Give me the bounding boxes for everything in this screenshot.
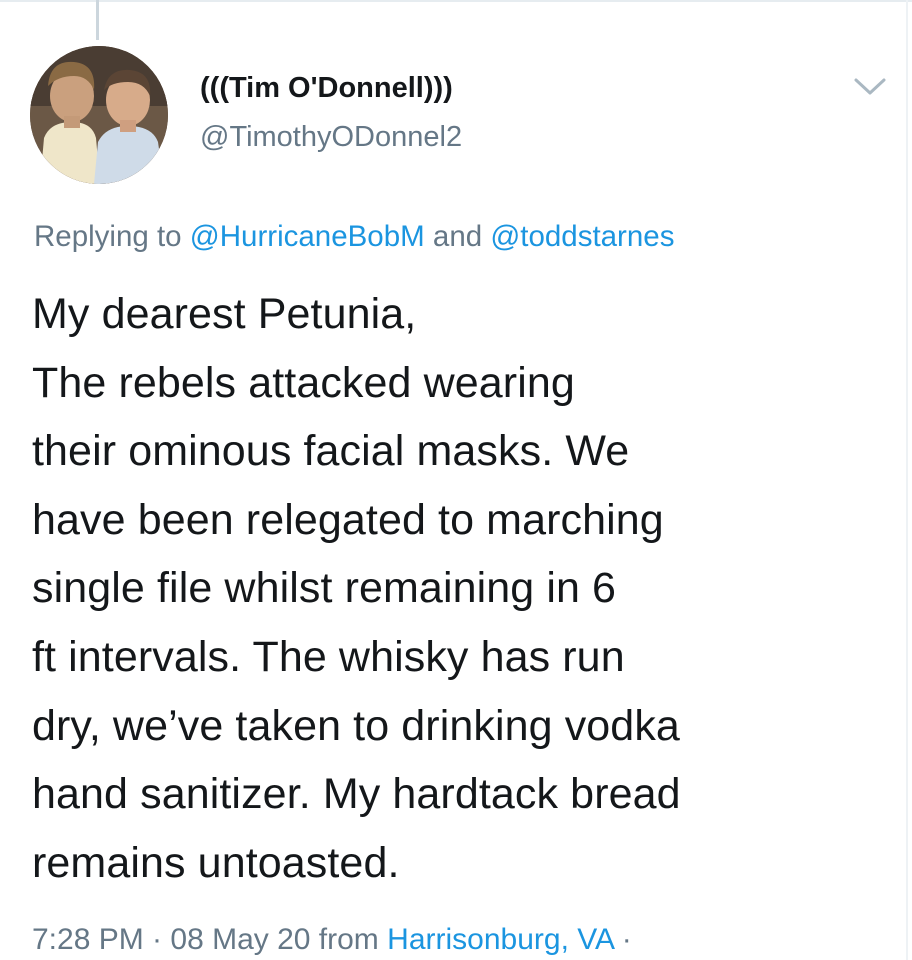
- chevron-down-icon[interactable]: [850, 72, 890, 100]
- tweet-meta: 7:28 PM · 08 May 20 from Harrisonburg, V…: [32, 918, 632, 960]
- tweet-text-line: hand sanitizer. My hardtack bread: [32, 770, 681, 819]
- location-link[interactable]: Harrisonburg, VA: [387, 923, 613, 956]
- thread-connector-line: [96, 0, 99, 40]
- tweet-text: My dearest Petunia, The rebels attacked …: [32, 280, 892, 897]
- reply-context: Replying to @HurricaneBobM and @toddstar…: [34, 218, 674, 256]
- tweet-view: (((Tim O'Donnell))) @TimothyODonnel2 Rep…: [0, 0, 912, 960]
- tweet-text-line: ft intervals. The whisky has run: [32, 632, 625, 681]
- timestamp[interactable]: 7:28 PM · 08 May 20 from: [32, 923, 379, 956]
- tweet-text-line: My dearest Petunia,: [32, 290, 417, 338]
- tweet-text-line: remains untoasted.: [32, 838, 400, 887]
- reply-conjunction: and: [432, 220, 483, 253]
- user-handle[interactable]: @TimothyODonnel2: [200, 119, 462, 155]
- avatar[interactable]: [30, 46, 168, 184]
- tweet-text-line: single file whilst remaining in 6: [32, 564, 617, 613]
- right-edge-divider: [906, 0, 908, 960]
- mention-link[interactable]: @toddstarnes: [490, 220, 674, 253]
- meta-separator: ·: [621, 923, 632, 956]
- tweet-text-line: have been relegated to marching: [32, 495, 664, 544]
- tweet-text-line: The rebels attacked wearing: [32, 358, 575, 407]
- top-divider: [0, 0, 912, 2]
- display-name[interactable]: (((Tim O'Donnell))): [200, 70, 462, 106]
- avatar-photo: [30, 46, 168, 184]
- reply-prefix: Replying to: [34, 220, 182, 253]
- mention-link[interactable]: @HurricaneBobM: [190, 220, 425, 253]
- tweet-text-line: dry, we’ve taken to drinking vodka: [32, 701, 680, 750]
- user-info: (((Tim O'Donnell))) @TimothyODonnel2: [200, 70, 462, 155]
- tweet-text-line: their ominous facial masks. We: [32, 427, 630, 476]
